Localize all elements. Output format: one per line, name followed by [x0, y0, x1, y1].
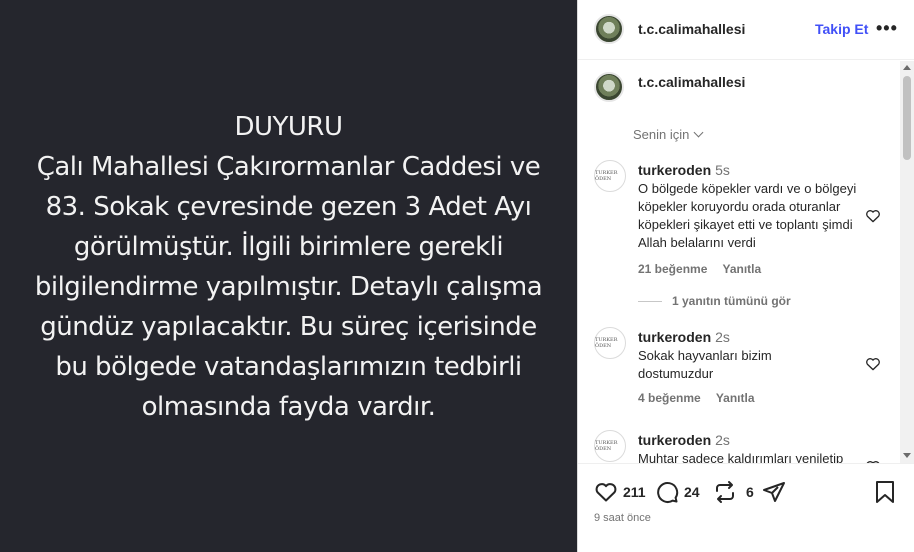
commenter-avatar[interactable]: TURKER ÖDEN	[594, 430, 626, 462]
bookmark-icon	[876, 481, 894, 503]
scrollbar-thumb[interactable]	[903, 76, 911, 160]
like-comment-heart-icon[interactable]	[865, 208, 881, 224]
post-actions: 211 24 6 9 saat önce	[578, 463, 914, 552]
announcement-line: bilgilendirme yapılmıştır. Detaylı çalış…	[34, 272, 543, 302]
share-icon	[763, 482, 785, 502]
comment-likes[interactable]: 21 beğenme	[638, 262, 707, 276]
commenter-avatar[interactable]: TURKER ÖDEN	[594, 160, 626, 192]
more-options-button[interactable]: •••	[876, 18, 898, 39]
comment-header: turkeroden 5s	[638, 162, 730, 178]
comment-text: O bölgede köpekler vardı ve o bölgeyi kö…	[638, 181, 857, 250]
repost-icon	[716, 481, 734, 503]
scroll-down-arrow-icon[interactable]	[903, 453, 911, 458]
announcement-line: DUYURU	[234, 112, 343, 142]
comment-username[interactable]: turkeroden	[638, 162, 711, 178]
comment-header: turkeroden 2s	[638, 329, 730, 345]
post-image[interactable]: DUYURU Çalı Mahallesi Çakırormanlar Cadd…	[0, 0, 577, 552]
comment-header: turkeroden 2s	[638, 432, 730, 448]
post-sidebar: t.c.calimahallesi Takip Et ••• t.c.calim…	[577, 0, 914, 552]
comment-time: 2s	[715, 432, 730, 448]
comments-section[interactable]: t.c.calimahallesi Senin için TURKER ÖDEN…	[578, 61, 914, 463]
avatar[interactable]	[594, 14, 624, 44]
post-header: t.c.calimahallesi Takip Et •••	[578, 0, 914, 60]
comment-meta: 21 beğenme Yanıtla	[638, 262, 773, 276]
comment-likes[interactable]: 4 beğenme	[638, 391, 701, 405]
reply-button[interactable]: Yanıtla	[723, 262, 762, 276]
scroll-up-arrow-icon[interactable]	[903, 65, 911, 70]
comment-button[interactable]: 24	[655, 480, 700, 504]
header-username[interactable]: t.c.calimahallesi	[638, 21, 745, 37]
save-button[interactable]	[874, 480, 896, 504]
comment-username[interactable]: turkeroden	[638, 432, 711, 448]
sort-label: Senin için	[633, 127, 690, 142]
like-comment-heart-icon[interactable]	[865, 356, 881, 372]
comment-meta: 4 beğenme Yanıtla	[638, 391, 767, 405]
chevron-down-icon	[693, 127, 704, 138]
comment-text: Sokak hayvanları bizim dostumuzdur	[638, 348, 772, 381]
commenter-avatar[interactable]: TURKER ÖDEN	[594, 327, 626, 359]
announcement-line: 83. Sokak çevresinde gezen 3 Adet Ayı	[45, 192, 532, 222]
like-button[interactable]: 211	[594, 480, 646, 504]
announcement-line: bu bölgede vatandaşlarımızın tedbirli	[55, 352, 522, 382]
likes-count: 211	[623, 484, 646, 500]
comments-count: 24	[684, 484, 700, 500]
view-replies-button[interactable]: 1 yanıtın tümünü gör	[638, 294, 791, 308]
avatar[interactable]	[594, 72, 624, 102]
follow-button[interactable]: Takip Et	[815, 21, 868, 37]
announcement-text: DUYURU Çalı Mahallesi Çakırormanlar Cadd…	[29, 107, 549, 427]
comment-sort-dropdown[interactable]: Senin için	[633, 127, 704, 142]
comment-text: Muhtar sadece kaldırımları yeniletip	[638, 451, 844, 463]
comment-icon	[657, 481, 679, 503]
comment-username[interactable]: turkeroden	[638, 329, 711, 345]
announcement-line: Çalı Mahallesi Çakırormanlar Caddesi ve	[36, 152, 541, 182]
heart-icon	[595, 483, 617, 502]
reply-button[interactable]: Yanıtla	[716, 391, 755, 405]
reposts-count: 6	[746, 484, 754, 500]
comment-time: 5s	[715, 162, 730, 178]
repost-button[interactable]: 6	[713, 480, 754, 504]
comment-time: 2s	[715, 329, 730, 345]
announcement-line: olmasında fayda vardır.	[141, 392, 436, 422]
caption-username[interactable]: t.c.calimahallesi	[638, 74, 745, 90]
view-replies-label: 1 yanıtın tümünü gör	[672, 294, 791, 308]
announcement-line: görülmüştür. İlgili birimlere gerekli	[73, 232, 504, 262]
post-timestamp: 9 saat önce	[594, 512, 651, 524]
share-button[interactable]	[762, 480, 786, 504]
announcement-line: gündüz yapılacaktır. Bu süreç içerisinde	[40, 312, 537, 342]
replies-divider	[638, 301, 662, 303]
